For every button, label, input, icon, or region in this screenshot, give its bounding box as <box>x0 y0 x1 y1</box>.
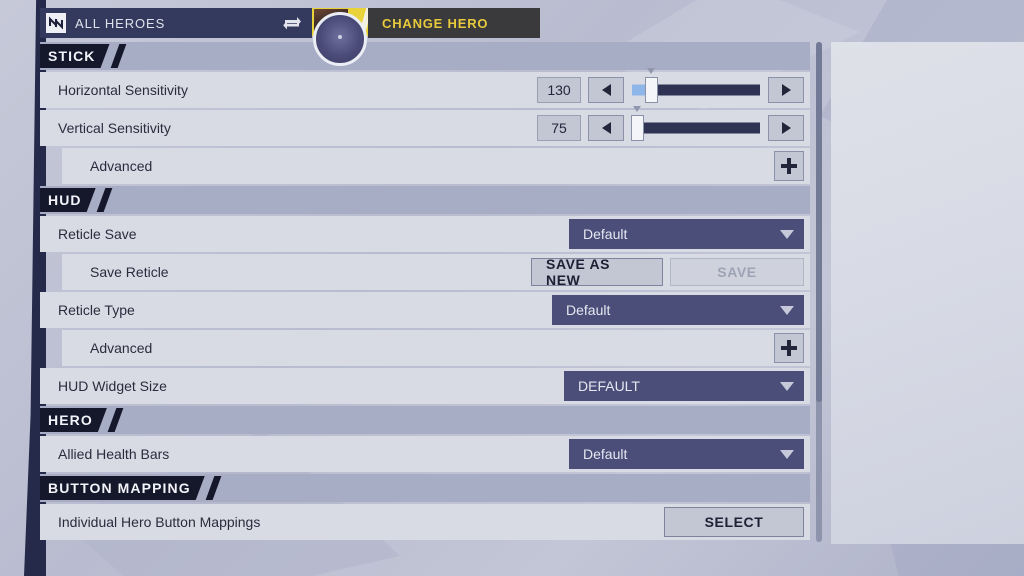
setting-row-stick-advanced[interactable]: Advanced <box>62 148 810 184</box>
right-side-panel <box>831 42 1024 544</box>
section-title: BUTTON MAPPING <box>40 476 205 500</box>
scrollbar-thumb[interactable] <box>816 42 822 402</box>
game-settings-screen: ALL HEROES CHANGE HERO STICK Horizontal … <box>0 0 1024 576</box>
arrow-left-icon[interactable] <box>588 77 624 103</box>
slider-caret-icon <box>633 106 642 112</box>
chevron-down-icon <box>780 449 794 459</box>
slider-caret-icon <box>647 68 656 74</box>
save-as-new-button[interactable]: SAVE AS NEW <box>531 256 663 288</box>
section-title: STICK <box>40 44 110 68</box>
section-header-hero: HERO <box>40 406 810 434</box>
setting-label: Reticle Save <box>58 226 137 242</box>
banner-slash <box>205 476 222 500</box>
settings-panel: STICK Horizontal Sensitivity 130 Vertica… <box>40 42 810 544</box>
hero-filter-label: ALL HEROES <box>75 15 166 31</box>
vertical-sensitivity-slider[interactable] <box>631 106 760 141</box>
setting-row-save-reticle[interactable]: Save Reticle SAVE AS NEW SAVE <box>62 254 810 290</box>
button-label: SAVE AS NEW <box>546 256 611 288</box>
dropdown-controls: DEFAULT <box>564 368 810 404</box>
slider-controls: 75 <box>537 106 810 146</box>
plus-icon[interactable] <box>774 333 804 363</box>
chevron-down-icon <box>780 381 794 391</box>
dropdown-value: Default <box>583 226 628 242</box>
change-hero-label: CHANGE HERO <box>382 15 489 31</box>
setting-label: Allied Health Bars <box>58 446 170 462</box>
select-controls: SELECT <box>664 504 810 540</box>
setting-label: Save Reticle <box>90 264 169 280</box>
arrow-right-icon[interactable] <box>768 77 804 103</box>
allied-health-bars-dropdown[interactable]: Default <box>569 439 804 469</box>
hud-widget-size-dropdown[interactable]: DEFAULT <box>564 371 804 401</box>
banner-slash <box>107 408 124 432</box>
setting-label: Individual Hero Button Mappings <box>58 514 261 530</box>
setting-label: Advanced <box>90 158 153 174</box>
arrow-right-icon[interactable] <box>768 115 804 141</box>
setting-label: Horizontal Sensitivity <box>58 82 188 98</box>
slider-handle[interactable] <box>631 115 645 141</box>
chevron-down-icon <box>780 229 794 239</box>
hero-portrait-avatar <box>313 12 367 66</box>
setting-row-horizontal-sensitivity[interactable]: Horizontal Sensitivity 130 <box>40 68 810 108</box>
dropdown-value: DEFAULT <box>578 378 640 394</box>
dropdown-value: Default <box>566 302 611 318</box>
setting-row-hud-widget-size[interactable]: HUD Widget Size DEFAULT <box>40 368 810 404</box>
expand-controls <box>774 330 810 366</box>
banner-slash <box>96 188 113 212</box>
button-label: SELECT <box>704 514 764 530</box>
dropdown-controls: Default <box>569 436 810 472</box>
reticle-save-dropdown[interactable]: Default <box>569 219 804 249</box>
section-title: HERO <box>40 408 107 432</box>
banner-slash <box>110 44 126 68</box>
setting-row-reticle-type[interactable]: Reticle Type Default <box>40 292 810 328</box>
hero-filter-bar[interactable]: ALL HEROES <box>40 8 312 38</box>
slider-track <box>632 122 760 134</box>
horizontal-sensitivity-slider[interactable] <box>632 68 760 103</box>
save-button[interactable]: SAVE <box>670 258 804 286</box>
select-button[interactable]: SELECT <box>664 507 804 537</box>
setting-label: Vertical Sensitivity <box>58 120 171 136</box>
vertical-scrollbar[interactable] <box>816 42 822 542</box>
horizontal-sensitivity-value: 130 <box>537 77 581 103</box>
plus-icon[interactable] <box>774 151 804 181</box>
section-header-hud: HUD <box>40 186 810 214</box>
vertical-sensitivity-value: 75 <box>537 115 581 141</box>
setting-row-hud-advanced[interactable]: Advanced <box>62 330 810 366</box>
setting-row-vertical-sensitivity[interactable]: Vertical Sensitivity 75 <box>40 106 810 146</box>
setting-row-individual-hero-button-mappings[interactable]: Individual Hero Button Mappings SELECT <box>40 504 810 540</box>
dropdown-controls: Default <box>552 292 810 328</box>
section-title: HUD <box>40 188 96 212</box>
save-reticle-buttons: SAVE AS NEW SAVE <box>531 254 810 290</box>
setting-label: Advanced <box>90 340 153 356</box>
setting-label: HUD Widget Size <box>58 378 167 394</box>
dropdown-value: Default <box>583 446 628 462</box>
slider-handle[interactable] <box>645 77 659 103</box>
arrow-left-icon[interactable] <box>588 115 624 141</box>
chevron-down-icon <box>780 305 794 315</box>
swap-icon[interactable] <box>282 14 302 32</box>
all-heroes-icon <box>46 13 66 33</box>
reticle-type-dropdown[interactable]: Default <box>552 295 804 325</box>
setting-row-allied-health-bars[interactable]: Allied Health Bars Default <box>40 436 810 472</box>
section-header-button-mapping: BUTTON MAPPING <box>40 474 810 502</box>
setting-row-reticle-save[interactable]: Reticle Save Default <box>40 216 810 252</box>
change-hero-button[interactable]: CHANGE HERO <box>368 8 540 38</box>
section-header-stick: STICK <box>40 42 810 70</box>
setting-label: Reticle Type <box>58 302 135 318</box>
slider-controls: 130 <box>537 68 810 108</box>
dropdown-controls: Default <box>569 216 810 252</box>
expand-controls <box>774 148 810 184</box>
button-label: SAVE <box>717 264 757 280</box>
